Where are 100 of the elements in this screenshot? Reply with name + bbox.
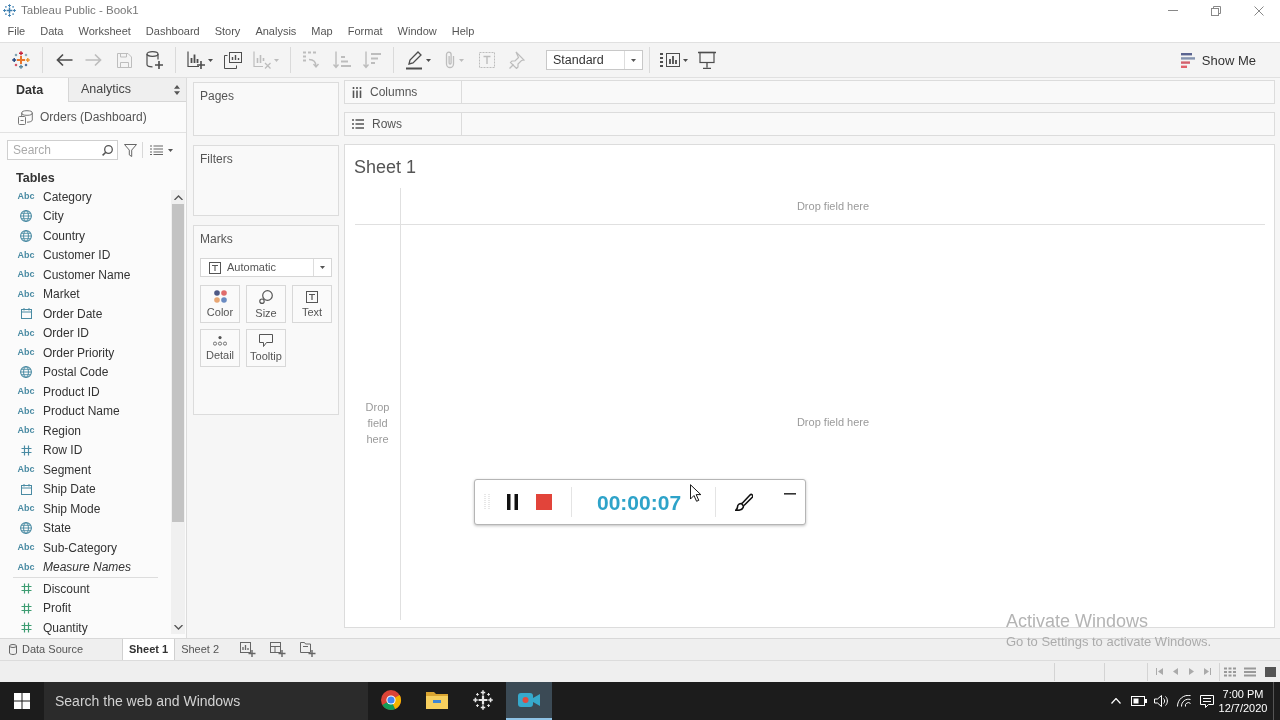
pane-tab[interactable]: Analytics: [68, 78, 186, 102]
calendar-icon: [20, 308, 32, 320]
presentation-screen-icon: [698, 51, 716, 69]
field-name[interactable]: Order Date: [43, 307, 103, 320]
back-arrow-icon: [55, 53, 73, 67]
columns-icon: [352, 86, 362, 98]
folder-plus-icon: [300, 642, 317, 657]
field-name[interactable]: Sub-Category: [43, 541, 118, 554]
minimize-icon: [1167, 10, 1178, 11]
recording-timer: 00:00:07: [597, 491, 682, 513]
drop-hint: Drop field here: [796, 200, 870, 212]
last-page-icon: [1203, 668, 1211, 675]
field-name[interactable]: Row ID: [43, 444, 83, 457]
menu-item[interactable]: File: [0, 26, 33, 37]
hash-icon: [20, 602, 32, 614]
field-name[interactable]: Order Priority: [43, 346, 115, 359]
scroll-down-icon[interactable]: [173, 624, 183, 630]
field-name[interactable]: Quantity: [43, 621, 88, 634]
hash-icon: [20, 622, 32, 634]
caret-icon: [631, 58, 636, 62]
field-name[interactable]: Profit: [43, 602, 71, 615]
menu-item[interactable]: Help: [444, 26, 482, 37]
clock-time[interactable]: 7:00 PM: [1222, 688, 1264, 700]
speaker-icon: [1154, 695, 1168, 707]
scroll-up-icon[interactable]: [173, 194, 183, 200]
card-title: Filters: [200, 153, 233, 165]
funnel-icon: [123, 143, 137, 157]
stop-square-icon: [536, 494, 552, 510]
show-me-button[interactable]: Show Me: [1180, 52, 1256, 68]
caret-icon: [320, 266, 325, 269]
field-name[interactable]: Discount: [43, 582, 90, 595]
fit-dropdown[interactable]: Standard: [546, 50, 643, 70]
draw-button[interactable]: [735, 493, 753, 511]
menu-item[interactable]: Story: [207, 26, 248, 37]
bar-chart-icon: [1180, 52, 1195, 68]
message-icon: [1200, 694, 1214, 708]
taskbar-search-field[interactable]: Search the web and Windows: [44, 682, 368, 720]
card-title: Pages: [200, 90, 235, 102]
field-name[interactable]: Market: [43, 288, 80, 301]
menu-item[interactable]: Map: [303, 26, 341, 37]
menu-item[interactable]: Dashboard: [138, 26, 208, 37]
data-source-name[interactable]: Orders (Dashboard): [40, 111, 147, 123]
sheet-tab[interactable]: Sheet 2: [175, 639, 226, 660]
color-shelf-button[interactable]: Color: [200, 285, 240, 323]
chart-plus-icon: [187, 51, 205, 69]
grip-icon[interactable]: [484, 493, 490, 511]
restore-icon: [1210, 5, 1221, 16]
cards-icon: [660, 52, 680, 68]
search-field[interactable]: Search: [7, 140, 118, 160]
menu-item[interactable]: Window: [390, 26, 445, 37]
sort-ascending-icon: [333, 51, 351, 69]
card-title: Marks: [200, 233, 233, 245]
field-name[interactable]: City: [43, 210, 64, 223]
clock-date[interactable]: 12/7/2020: [1218, 702, 1268, 714]
search-icon: [102, 144, 113, 156]
field-name[interactable]: Product Name: [43, 405, 120, 418]
sheet-tab[interactable]: Sheet 1: [122, 639, 176, 660]
pause-button[interactable]: [505, 493, 519, 511]
caret-icon: [274, 58, 279, 62]
field-name[interactable]: Segment: [43, 463, 92, 476]
calendar-icon: [20, 483, 32, 495]
database-plus-icon: [145, 51, 163, 69]
field-name[interactable]: Category: [43, 190, 92, 203]
detail-shelf-button[interactable]: Detail: [200, 329, 240, 367]
field-name[interactable]: Ship Mode: [43, 502, 101, 515]
field-name[interactable]: Order ID: [43, 327, 89, 340]
field-name[interactable]: Region: [43, 424, 82, 437]
menu-item[interactable]: Analysis: [247, 26, 304, 37]
size-shelf-button[interactable]: Size: [246, 285, 286, 323]
menu-item[interactable]: Data: [32, 26, 71, 37]
field-name[interactable]: Measure Names: [43, 561, 132, 574]
caret-icon: [426, 58, 431, 62]
activation-message: Go to Settings to activate Windows.: [1006, 634, 1212, 650]
minimize-recorder-button[interactable]: [784, 490, 796, 498]
scroll-thumb[interactable]: [172, 204, 184, 522]
field-name[interactable]: Product ID: [43, 385, 100, 398]
mark-type-dropdown[interactable]: Automatic: [200, 258, 332, 277]
rows-shelf[interactable]: Rows: [344, 112, 1275, 136]
field-name[interactable]: Customer ID: [43, 249, 111, 262]
cylinder-icon: [9, 644, 17, 655]
scrollbar[interactable]: [171, 190, 185, 634]
dots-icon: [213, 335, 227, 346]
menu-item[interactable]: Worksheet: [71, 26, 139, 37]
caret-up-icon: [1111, 698, 1121, 704]
columns-shelf[interactable]: Columns: [344, 80, 1275, 104]
text-shelf-button[interactable]: Text: [292, 285, 332, 323]
data-source-tab[interactable]: Data Source: [0, 639, 116, 660]
field-name[interactable]: State: [43, 522, 72, 535]
field-name[interactable]: Ship Date: [43, 483, 96, 496]
app-logo-icon: [3, 4, 16, 17]
clear-chart-icon: [253, 51, 271, 69]
field-name[interactable]: Country: [43, 229, 86, 242]
dash-icon: [784, 493, 796, 495]
tables-heading: Tables: [16, 171, 55, 185]
tooltip-shelf-button[interactable]: Tooltip: [246, 329, 286, 367]
field-name[interactable]: Postal Code: [43, 366, 109, 379]
field-name[interactable]: Customer Name: [43, 268, 131, 281]
menu-item[interactable]: Format: [340, 26, 391, 37]
brush-icon: [735, 493, 753, 511]
wifi-icon: [1177, 695, 1191, 707]
